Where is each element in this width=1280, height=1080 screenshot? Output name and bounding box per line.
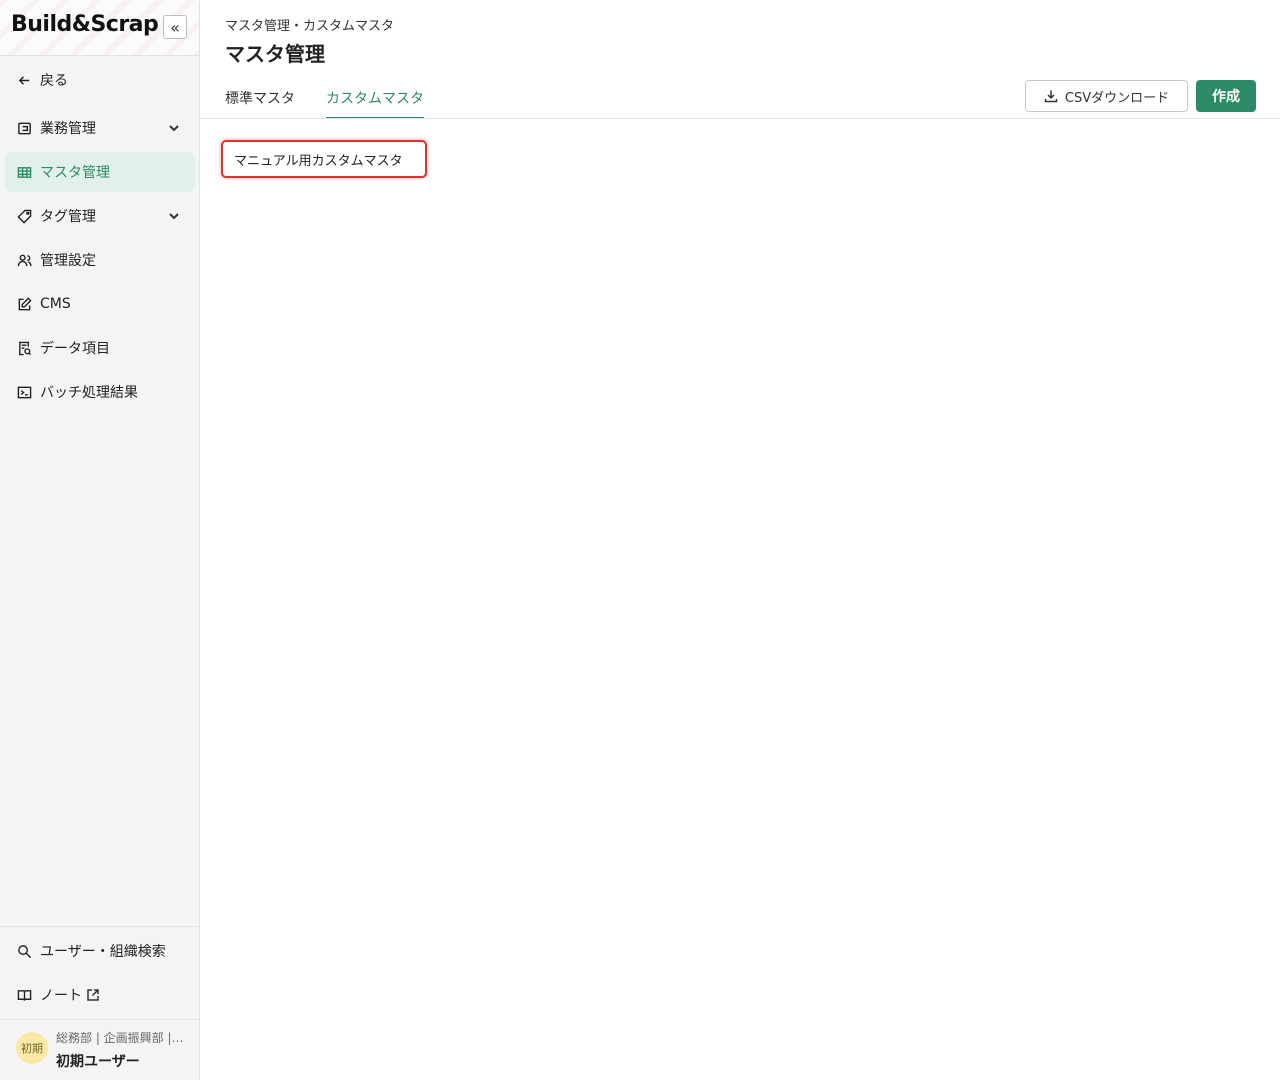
briefcase-icon bbox=[16, 120, 32, 136]
chevron-down-icon bbox=[167, 209, 181, 223]
user-organization: 総務部 | 企画振興部 | … bbox=[56, 1031, 186, 1045]
terminal-icon bbox=[16, 384, 32, 400]
custom-master-item[interactable]: マニュアル用カスタムマスタ bbox=[221, 140, 427, 178]
sidebar-item-label: タグ管理 bbox=[40, 209, 96, 225]
tab-custom-master[interactable]: カスタムマスタ bbox=[326, 86, 424, 119]
arrow-left-icon bbox=[16, 72, 32, 88]
csv-download-button[interactable]: CSVダウンロード bbox=[1025, 80, 1188, 112]
tabs-divider bbox=[200, 118, 1280, 119]
sidebar-item-admin-settings[interactable]: 管理設定 bbox=[5, 240, 195, 280]
breadcrumb: マスタ管理・カスタムマスタ bbox=[225, 19, 395, 34]
edit-icon bbox=[16, 296, 32, 312]
chevron-down-icon bbox=[167, 121, 181, 135]
page-title: マスタ管理 bbox=[225, 42, 325, 66]
user-profile[interactable]: 初期 総務部 | 企画振興部 | … 初期ユーザー bbox=[0, 1020, 199, 1080]
tab-standard-master[interactable]: 標準マスタ bbox=[225, 86, 295, 119]
avatar: 初期 bbox=[16, 1032, 48, 1064]
sidebar-item-user-search[interactable]: ユーザー・組織検索 bbox=[5, 931, 195, 971]
book-icon bbox=[16, 987, 32, 1003]
sidebar-item-notes[interactable]: ノート bbox=[5, 975, 195, 1015]
sidebar: Build&Scrap « 戻る 業務管理 マスタ管理 タグ管理 管理設定 CM… bbox=[0, 0, 200, 1080]
download-icon bbox=[1044, 90, 1058, 103]
csv-download-label: CSVダウンロード bbox=[1064, 90, 1170, 106]
sidebar-item-master[interactable]: マスタ管理 bbox=[5, 152, 195, 192]
users-icon bbox=[16, 252, 32, 268]
user-name: 初期ユーザー bbox=[56, 1054, 140, 1070]
sidebar-item-batch-results[interactable]: バッチ処理結果 bbox=[5, 372, 195, 412]
create-button[interactable]: 作成 bbox=[1196, 80, 1256, 112]
table-icon bbox=[16, 164, 32, 180]
sidebar-item-label: データ項目 bbox=[40, 341, 110, 357]
sidebar-item-label: CMS bbox=[40, 296, 71, 312]
sidebar-item-data-fields[interactable]: データ項目 bbox=[5, 328, 195, 368]
search-icon bbox=[16, 943, 32, 959]
sidebar-item-cms[interactable]: CMS bbox=[5, 284, 195, 324]
sidebar-item-label: ユーザー・組織検索 bbox=[40, 944, 166, 960]
sidebar-item-tags[interactable]: タグ管理 bbox=[5, 196, 195, 236]
sidebar-item-label: バッチ処理結果 bbox=[40, 385, 138, 401]
custom-master-label: マニュアル用カスタムマスタ bbox=[234, 153, 403, 169]
sidebar-item-label: ノート bbox=[40, 988, 82, 1004]
sidebar-item-business[interactable]: 業務管理 bbox=[5, 108, 195, 148]
sidebar-item-label: 業務管理 bbox=[40, 121, 96, 137]
external-link-icon bbox=[86, 988, 100, 1002]
tag-icon bbox=[16, 208, 32, 224]
sidebar-item-label: 管理設定 bbox=[40, 253, 96, 269]
sidebar-divider bbox=[0, 926, 199, 927]
double-chevron-left-icon: « bbox=[170, 17, 180, 37]
sidebar-item-label: マスタ管理 bbox=[40, 165, 110, 181]
back-link[interactable]: 戻る bbox=[5, 60, 195, 100]
app-logo[interactable]: Build&Scrap bbox=[11, 12, 159, 37]
back-label: 戻る bbox=[40, 73, 68, 89]
logo-area: Build&Scrap « bbox=[0, 0, 199, 56]
document-search-icon bbox=[16, 340, 32, 356]
collapse-sidebar-button[interactable]: « bbox=[163, 15, 187, 39]
